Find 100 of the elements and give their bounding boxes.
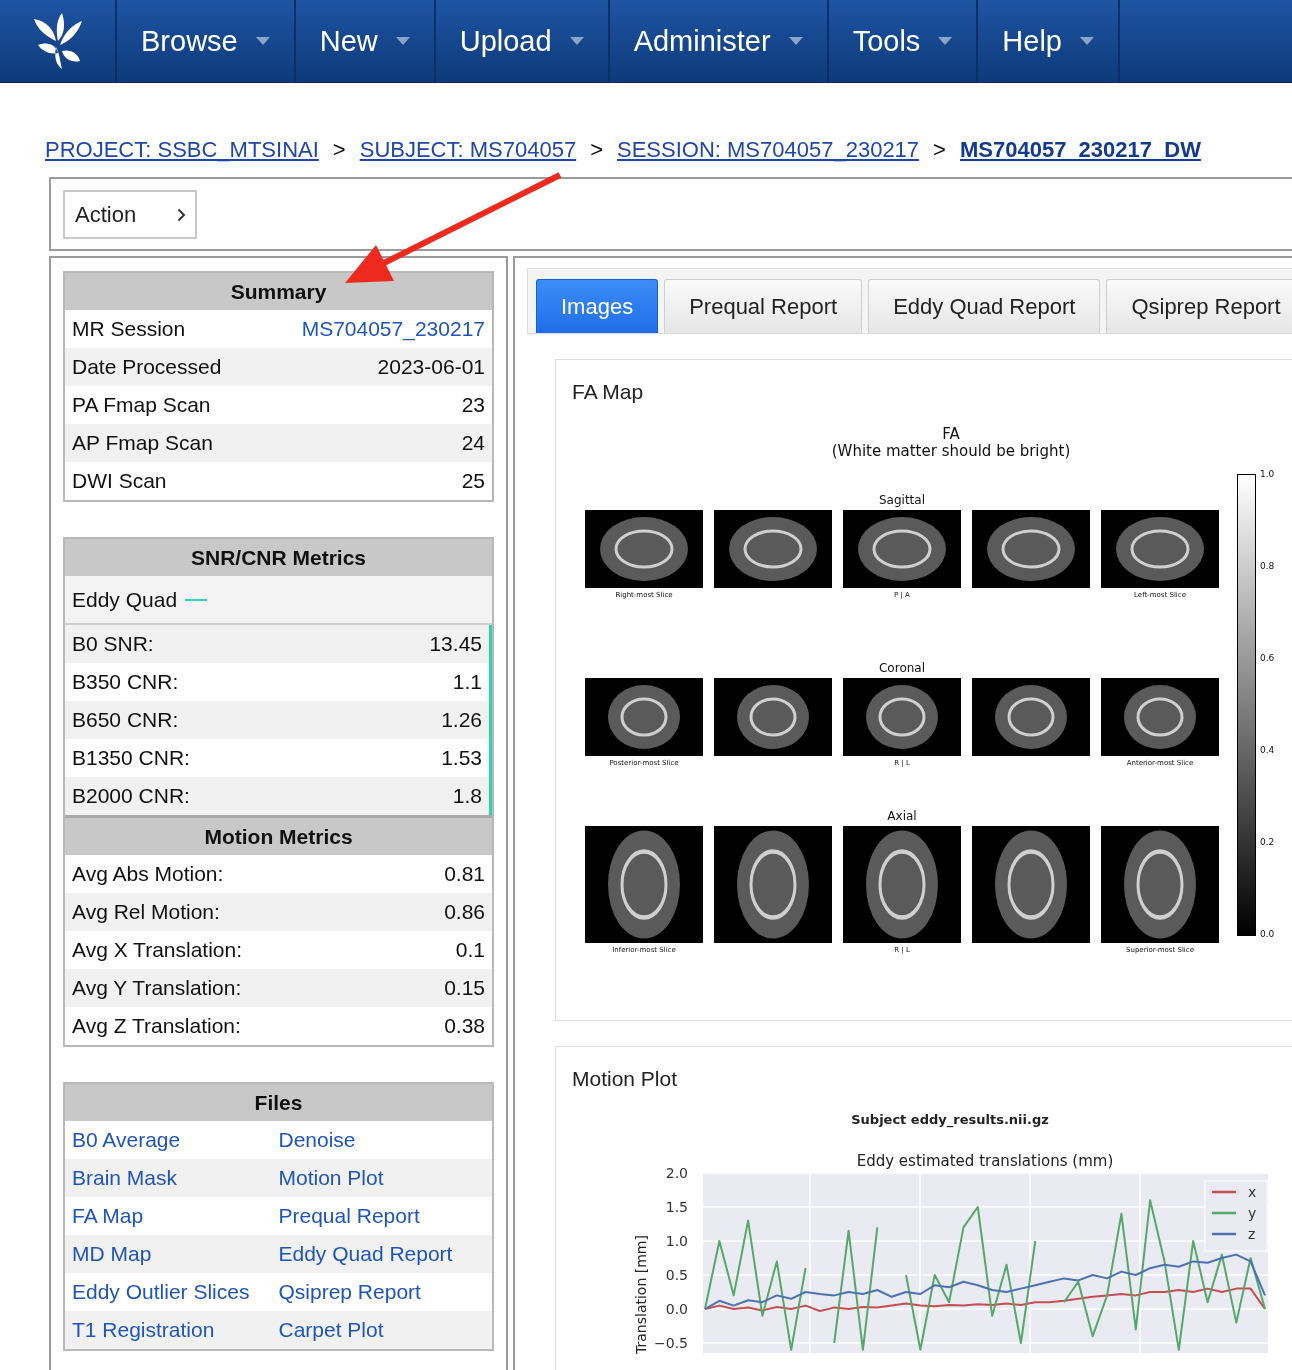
table-heading: Files: [65, 1084, 492, 1121]
figure-title: (White matter should be bright): [830, 443, 1072, 460]
view-title: Sagittal: [878, 494, 926, 509]
nav-menu-item[interactable]: Browse: [117, 0, 296, 82]
card-title: Motion Plot: [571, 1066, 679, 1091]
caret-icon: [569, 37, 584, 45]
nav-menu-item[interactable]: New: [295, 0, 436, 82]
action-button[interactable]: Action: [63, 190, 197, 239]
tab[interactable]: Qsiprep Report: [1106, 279, 1292, 333]
file-link[interactable]: Brain Mask: [72, 1166, 279, 1190]
axis-tick-label: 2.0: [665, 1165, 688, 1181]
plot-suptitle: Subject eddy_results.nii.gz: [851, 1112, 1049, 1127]
file-link[interactable]: Eddy Outlier Slices: [72, 1280, 279, 1304]
row-label: Eddy Quad: [72, 587, 178, 612]
nav-menu-item[interactable]: Upload: [435, 0, 610, 82]
row-label: B350 CNR:: [72, 670, 179, 694]
row-value: 1.26: [441, 708, 482, 732]
card-title: FA Map: [571, 379, 645, 404]
legend-label: x: [1248, 1184, 1257, 1200]
file-link[interactable]: Motion Plot: [278, 1166, 485, 1190]
colorbar-tick-label: 1.0: [1260, 468, 1275, 480]
row-value: 13.45: [429, 632, 482, 656]
row-label: AP Fmap Scan: [72, 431, 213, 455]
nav-menu-item[interactable]: Help: [978, 0, 1120, 82]
row-label: Avg Abs Motion:: [72, 862, 224, 886]
line-icon: [185, 598, 208, 601]
row-value: 25: [461, 469, 485, 493]
caret-icon: [1080, 37, 1094, 45]
legend-line-icon: [1212, 1190, 1236, 1194]
breadcrumb-separator: >: [332, 137, 346, 163]
nav-menu-item[interactable]: Tools: [828, 0, 979, 82]
breadcrumb-separator: >: [590, 137, 603, 163]
figure-title: FA: [941, 426, 961, 443]
file-link[interactable]: T1 Registration: [72, 1318, 279, 1342]
view-title: Coronal: [878, 662, 926, 677]
file-link[interactable]: Carpet Plot: [278, 1318, 485, 1342]
axis-tick-label: 1.0: [665, 1233, 688, 1249]
row-label: Avg Z Translation:: [72, 1014, 241, 1038]
axis-title: Translation [mm]: [633, 1235, 649, 1354]
file-link[interactable]: MD Map: [72, 1242, 279, 1266]
file-link[interactable]: B0 Average: [72, 1128, 279, 1152]
row-label: Avg Y Translation:: [72, 976, 242, 1000]
session-link[interactable]: MS704057_230217: [301, 317, 485, 341]
view-title: Axial: [886, 810, 918, 825]
colorbar-tick-label: 0.4: [1260, 744, 1275, 756]
file-link[interactable]: Eddy Quad Report: [278, 1242, 485, 1266]
file-link[interactable]: Prequal Report: [278, 1204, 485, 1228]
axis-tick-label: −0.5: [654, 1335, 688, 1351]
row-label: B2000 CNR:: [72, 784, 190, 808]
breadcrumb-separator: >: [933, 137, 946, 163]
caret-icon: [395, 37, 410, 45]
tab[interactable]: Prequal Report: [664, 279, 863, 333]
row-value: 0.81: [444, 862, 485, 886]
row-label: Date Processed: [72, 355, 222, 379]
legend-line-icon: [1212, 1232, 1236, 1236]
table-heading: Summary: [65, 273, 492, 310]
row-label: MR Session: [72, 317, 186, 341]
row-label: B1350 CNR:: [72, 746, 190, 770]
caret-icon: [255, 37, 270, 45]
file-link[interactable]: FA Map: [72, 1204, 279, 1228]
row-value: 0.1: [455, 938, 485, 962]
row-value: 0.38: [444, 1014, 485, 1038]
legend-line-icon: [1212, 1211, 1236, 1215]
row-label: Avg X Translation:: [72, 938, 243, 962]
file-link[interactable]: Denoise: [278, 1128, 485, 1152]
row-value: 23: [461, 393, 485, 417]
row-value: 0.86: [444, 900, 485, 924]
legend-label: y: [1248, 1205, 1257, 1221]
chevron-right-icon: [177, 207, 186, 222]
row-value: 0.15: [444, 976, 485, 1000]
colorbar-tick-label: 0.2: [1260, 836, 1275, 848]
table-heading: SNR/CNR Metrics: [65, 539, 492, 576]
row-value: 24: [461, 431, 485, 455]
axis-tick-label: 1.5: [665, 1199, 688, 1215]
file-link[interactable]: Qsiprep Report: [278, 1280, 485, 1304]
table-heading: Motion Metrics: [65, 815, 492, 855]
tab[interactable]: Eddy Quad Report: [868, 279, 1101, 333]
row-label: DWI Scan: [72, 469, 167, 493]
caret-icon: [938, 37, 953, 45]
tab[interactable]: Images: [536, 279, 659, 333]
axis-tick-label: 0.5: [665, 1267, 688, 1283]
row-label: B0 SNR:: [72, 632, 154, 656]
row-value: 1.53: [441, 746, 482, 770]
axis-tick-label: 0.0: [665, 1301, 688, 1317]
nav-menu-item[interactable]: Administer: [609, 0, 829, 82]
breadcrumb-link[interactable]: PROJECT: SSBC_MTSINAI: [45, 137, 319, 163]
colorbar-tick-label: 0.8: [1260, 560, 1275, 572]
row-label: Avg Rel Motion:: [72, 900, 220, 924]
logo-icon[interactable]: [31, 11, 84, 71]
breadcrumb-link[interactable]: SESSION: MS704057_230217: [617, 137, 920, 163]
row-value: 1.1: [452, 670, 482, 694]
row-label: B650 CNR:: [72, 708, 179, 732]
colorbar-tick-label: 0.6: [1260, 652, 1275, 664]
row-value: 2023-06-01: [377, 355, 485, 379]
chart-title: Eddy estimated translations (mm): [856, 1152, 1114, 1170]
row-value: 1.8: [452, 784, 482, 808]
colorbar-tick-label: 0.0: [1260, 928, 1275, 940]
breadcrumb-link[interactable]: SUBJECT: MS704057: [359, 137, 577, 163]
legend-label: z: [1248, 1226, 1256, 1242]
breadcrumb-link[interactable]: MS704057_230217_DW: [959, 137, 1201, 163]
